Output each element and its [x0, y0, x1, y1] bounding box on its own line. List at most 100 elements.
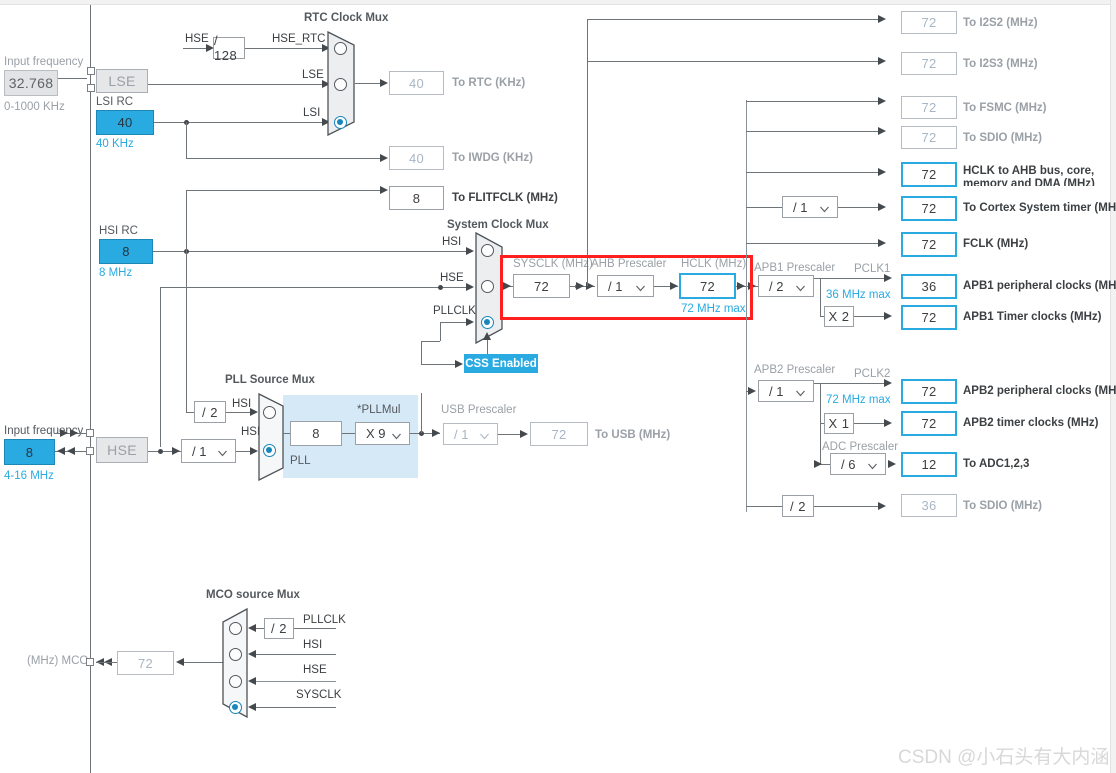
arrow-sdio-bottom: [878, 502, 886, 510]
wire-mco-out: [96, 662, 118, 663]
lsi-rc-value: 40: [96, 110, 154, 135]
apb2-prescaler-value: / 1: [769, 383, 784, 399]
sys-mux-input-pllclk-label: PLLCLK: [433, 305, 476, 317]
arrow-hse-pin-b: [70, 429, 78, 437]
fclk-label: FCLK (MHz): [963, 238, 1029, 250]
css-enabled-badge[interactable]: CSS Enabled: [464, 354, 538, 373]
wire-mco-in2: [256, 681, 336, 682]
pllmul-label: *PLLMul: [357, 404, 401, 416]
wire-apb2div-out: [814, 383, 886, 384]
arrow-hse-div1: [172, 447, 180, 455]
rtc-mux-radio-1[interactable]: [334, 78, 347, 91]
wire-topbus-i2s2: [587, 19, 881, 20]
arrow-apb2-timer: [884, 419, 892, 427]
arrow-sdio-top: [878, 127, 886, 135]
arrow-flitfclk: [380, 186, 388, 194]
pll-mux-radio-0[interactable]: [263, 406, 276, 419]
wire-cortexdiv-out: [838, 207, 881, 208]
sdio-bottom-div2: / 2: [782, 495, 814, 517]
hse-input-frequency-field[interactable]: 8: [4, 439, 55, 465]
apb2-peripheral-label: APB2 peripheral clocks (MHz): [963, 385, 1116, 397]
lsi-rc-unit: 40 KHz: [96, 138, 134, 150]
mco-mux-radio-0[interactable]: [229, 622, 242, 635]
hclk-ahb-label: HCLK to AHB bus, core, memory and DMA (M…: [963, 165, 1095, 186]
mco-mux-radio-3[interactable]: [229, 701, 242, 714]
wire-pll-to-pllmul: [342, 433, 355, 434]
wire-mcomux-to-out: [182, 662, 224, 663]
rtc-mux-radio-2[interactable]: [334, 116, 347, 129]
wire-apb1div-out: [814, 278, 886, 279]
apb2-timer-label: APB2 timer clocks (MHz): [963, 417, 1099, 429]
sys-mux-radio-2[interactable]: [481, 316, 494, 329]
apb1-peripheral-value: 36: [901, 274, 957, 299]
arrow-apb1-periph: [884, 274, 892, 282]
mco-output-label: (MHz) MCO: [27, 655, 89, 667]
pll-mux-radio-1[interactable]: [263, 444, 276, 457]
junction-hse-sysmux: [438, 285, 443, 290]
apb2-prescaler-select[interactable]: / 1: [758, 380, 814, 402]
cortex-prescaler-value: / 1: [793, 199, 808, 215]
wire-bus-cortex-div: [746, 207, 782, 208]
apb2-prescaler-label: APB2 Prescaler: [754, 364, 836, 376]
lsi-rc-title: LSI RC: [96, 96, 134, 108]
sys-mux-radio-1[interactable]: [481, 280, 494, 293]
wire-lsi-branch-down: [186, 122, 187, 158]
hse-block[interactable]: HSE: [96, 437, 148, 463]
mco-pin: [86, 658, 94, 666]
cortex-prescaler-select[interactable]: / 1: [782, 196, 838, 218]
hse-range-label: 4-16 MHz: [4, 470, 54, 482]
to-i2s2-label: To I2S2 (MHz): [963, 17, 1038, 29]
lse-pin-out: [87, 84, 95, 92]
to-usb-value: 72: [530, 422, 588, 446]
watermark: CSDN @小石头有大内涵: [898, 747, 1110, 768]
wire-sdiodiv-out: [814, 506, 881, 507]
wire-hsi-to-div2: [186, 412, 194, 413]
rtc-mux-radio-0[interactable]: [334, 42, 347, 55]
wire-bus-sdio-top: [746, 131, 881, 132]
wire-bus-sdio-bottom: [746, 506, 782, 507]
hse-pin-in: [86, 429, 94, 437]
wire-lsi-to-rtcmux: [154, 122, 325, 123]
pll-hsi-div2: / 2: [194, 401, 226, 423]
sys-mux-radio-0[interactable]: [481, 244, 494, 257]
arrow-mco-in3: [248, 703, 256, 711]
wire-mco-in3: [256, 707, 336, 708]
pll-group-label: PLL: [290, 455, 311, 467]
lse-input-frequency-field[interactable]: 32.768: [4, 70, 58, 96]
wire-hse-vert: [160, 287, 161, 447]
arrow-hclk-ahb: [878, 168, 886, 176]
wire-pllclk-from-bus: [421, 341, 422, 364]
arrow-fclk: [878, 239, 886, 247]
mco-input-hse-label: HSE: [303, 664, 327, 676]
apb1-prescaler-label: APB1 Prescaler: [754, 262, 836, 274]
arrow-css-up: [483, 332, 491, 340]
mco-mux-radio-1[interactable]: [229, 648, 242, 661]
rtc-mux-input-lsi-label: LSI: [303, 107, 321, 119]
hse-div1-select[interactable]: / 1: [181, 439, 236, 463]
mco-mux-radio-2[interactable]: [229, 675, 242, 688]
arrow-sysmux-in0: [466, 247, 474, 255]
wire-div2-to-pllmux: [226, 412, 253, 413]
arrow-adc-div: [814, 460, 822, 468]
wire-pllclk-low: [421, 341, 440, 342]
adc-prescaler-select[interactable]: / 6: [830, 453, 886, 475]
apb2-timer-multiplier: X 1: [824, 413, 854, 434]
pllmul-select[interactable]: X 9: [355, 422, 410, 445]
wire-bus-fclk: [746, 243, 881, 244]
arrow-mco-from-mux: [176, 658, 184, 666]
apb1-prescaler-select[interactable]: / 2: [758, 275, 814, 297]
hse-div1-value: / 1: [192, 443, 207, 459]
arrow-iwdg: [380, 154, 388, 162]
arrow-apb1-timer: [884, 312, 892, 320]
lse-block[interactable]: LSE: [96, 69, 148, 93]
hsi-rc-title: HSI RC: [99, 225, 138, 237]
apb1-timer-multiplier: X 2: [824, 306, 854, 327]
adc-prescaler-label: ADC Prescaler: [822, 441, 899, 453]
arrow-usb-prescaler: [432, 429, 440, 437]
mco-source-mux-title: MCO source Mux: [206, 589, 300, 601]
to-rtc-value: 40: [389, 71, 444, 95]
wire-lse-to-rtcmux: [148, 84, 325, 85]
to-adc-value: 12: [901, 452, 957, 477]
system-clock-mux-title: System Clock Mux: [447, 219, 549, 231]
usb-prescaler-select[interactable]: / 1: [443, 423, 498, 445]
